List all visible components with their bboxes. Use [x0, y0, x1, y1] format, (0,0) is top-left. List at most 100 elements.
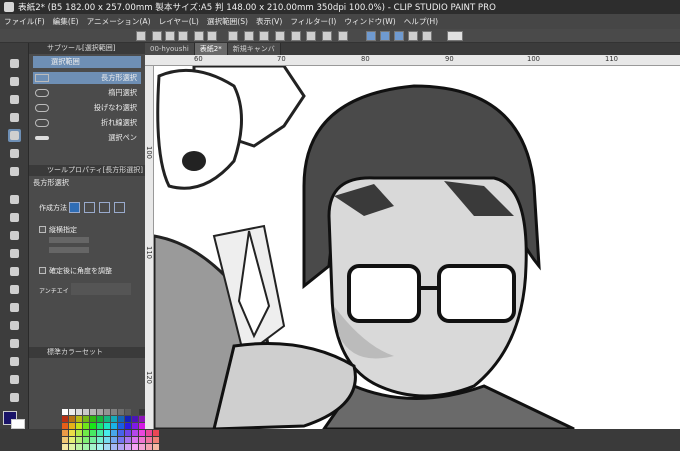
- palette-swatch[interactable]: [76, 430, 82, 436]
- palette-swatch[interactable]: [118, 437, 124, 443]
- palette-swatch[interactable]: [76, 409, 82, 415]
- mode-intersect-button[interactable]: [114, 202, 125, 213]
- palette-swatch[interactable]: [153, 430, 159, 436]
- palette-swatch[interactable]: [83, 444, 89, 450]
- palette-swatch[interactable]: [132, 423, 138, 429]
- selection-tool-icon[interactable]: [8, 129, 21, 142]
- menu-filter[interactable]: フィルター(I): [286, 16, 340, 27]
- palette-swatch[interactable]: [90, 444, 96, 450]
- palette-swatch[interactable]: [104, 430, 110, 436]
- palette-swatch[interactable]: [125, 437, 131, 443]
- snap-icon[interactable]: [338, 31, 348, 41]
- palette-swatch[interactable]: [132, 409, 138, 415]
- snap-special-ruler-icon[interactable]: [380, 31, 390, 41]
- snap-grid-icon[interactable]: [394, 31, 404, 41]
- fill-icon[interactable]: [244, 31, 254, 41]
- brush-tool-icon[interactable]: [8, 229, 21, 242]
- palette-swatch[interactable]: [111, 416, 117, 422]
- palette-swatch[interactable]: [97, 416, 103, 422]
- palette-swatch[interactable]: [97, 409, 103, 415]
- move-tool-icon[interactable]: [8, 75, 21, 88]
- zoom-tool-icon[interactable]: [8, 57, 21, 70]
- palette-swatch[interactable]: [118, 409, 124, 415]
- invert-selection-icon[interactable]: [291, 31, 301, 41]
- palette-swatch[interactable]: [69, 423, 75, 429]
- aspect-slider-2[interactable]: [49, 247, 89, 253]
- palette-swatch[interactable]: [111, 430, 117, 436]
- canvas-artwork[interactable]: [154, 66, 680, 429]
- palette-swatch[interactable]: [97, 423, 103, 429]
- subtool-item-polyline[interactable]: 折れ線選択: [33, 117, 141, 129]
- antialias-selector[interactable]: [71, 283, 131, 295]
- palette-swatch[interactable]: [83, 430, 89, 436]
- palette-swatch[interactable]: [62, 437, 68, 443]
- palette-swatch[interactable]: [139, 444, 145, 450]
- palette-swatch[interactable]: [69, 416, 75, 422]
- palette-swatch[interactable]: [146, 430, 152, 436]
- palette-swatch[interactable]: [69, 444, 75, 450]
- airbrush-tool-icon[interactable]: [8, 247, 21, 260]
- palette-swatch[interactable]: [83, 409, 89, 415]
- palette-swatch[interactable]: [153, 437, 159, 443]
- palette-swatch[interactable]: [83, 423, 89, 429]
- menu-file[interactable]: ファイル(F): [0, 16, 49, 27]
- gradient-tool-icon[interactable]: [8, 337, 21, 350]
- layer-move-tool-icon[interactable]: [8, 111, 21, 124]
- clip-studio-icon[interactable]: [136, 31, 146, 41]
- palette-swatch[interactable]: [76, 423, 82, 429]
- palette-swatch[interactable]: [146, 444, 152, 450]
- menu-select[interactable]: 選択範囲(S): [203, 16, 252, 27]
- eyedropper-tool-icon[interactable]: [8, 165, 21, 178]
- help-icon[interactable]: [447, 31, 463, 41]
- aspect-checkbox[interactable]: [39, 226, 46, 233]
- menu-animation[interactable]: アニメーション(A): [83, 16, 155, 27]
- palette-swatch[interactable]: [69, 437, 75, 443]
- decoration-tool-icon[interactable]: [8, 265, 21, 278]
- fill-tool-icon[interactable]: [8, 319, 21, 332]
- palette-swatch[interactable]: [90, 423, 96, 429]
- figure-tool-icon[interactable]: [8, 355, 21, 368]
- palette-swatch[interactable]: [139, 430, 145, 436]
- palette-swatch[interactable]: [125, 423, 131, 429]
- open-file-icon[interactable]: [165, 31, 175, 41]
- palette-swatch[interactable]: [69, 409, 75, 415]
- pencil-tool-icon[interactable]: [8, 211, 21, 224]
- palette-swatch[interactable]: [90, 437, 96, 443]
- shrink-selection-icon[interactable]: [322, 31, 332, 41]
- palette-swatch[interactable]: [118, 444, 124, 450]
- palette-swatch[interactable]: [76, 416, 82, 422]
- palette-swatch[interactable]: [83, 416, 89, 422]
- mode-new-button[interactable]: [69, 202, 80, 213]
- clear-icon[interactable]: [228, 31, 238, 41]
- palette-swatch[interactable]: [146, 437, 152, 443]
- pen-tool-icon[interactable]: [8, 193, 21, 206]
- expand-selection-icon[interactable]: [306, 31, 316, 41]
- palette-swatch[interactable]: [111, 409, 117, 415]
- transform-icon[interactable]: [259, 31, 269, 41]
- subtool-item-ellipse[interactable]: 楕円選択: [33, 87, 141, 99]
- palette-swatch[interactable]: [125, 444, 131, 450]
- menu-window[interactable]: ウィンドウ(W): [340, 16, 399, 27]
- sub-color-swatch[interactable]: [11, 419, 25, 429]
- palette-swatch[interactable]: [62, 416, 68, 422]
- palette-swatch[interactable]: [97, 430, 103, 436]
- palette-swatch[interactable]: [62, 444, 68, 450]
- palette-swatch[interactable]: [132, 444, 138, 450]
- palette-swatch[interactable]: [62, 430, 68, 436]
- palette-swatch[interactable]: [125, 430, 131, 436]
- palette-swatch[interactable]: [125, 416, 131, 422]
- tab-hyoushi2[interactable]: 表紙2*: [194, 43, 228, 55]
- palette-swatch[interactable]: [104, 444, 110, 450]
- undo-icon[interactable]: [194, 31, 204, 41]
- menu-layer[interactable]: レイヤー(L): [155, 16, 203, 27]
- palette-swatch[interactable]: [69, 430, 75, 436]
- redo-icon[interactable]: [207, 31, 217, 41]
- tab-00-hyoushi[interactable]: 00-hyoushi: [145, 43, 195, 55]
- auto-select-tool-icon[interactable]: [8, 147, 21, 160]
- snap-ruler-icon[interactable]: [366, 31, 376, 41]
- palette-swatch[interactable]: [111, 444, 117, 450]
- dropdown-icon[interactable]: [422, 31, 432, 41]
- palette-swatch[interactable]: [153, 444, 159, 450]
- palette-swatch[interactable]: [104, 409, 110, 415]
- subtool-item-selection-pen[interactable]: 選択ペン: [33, 132, 141, 144]
